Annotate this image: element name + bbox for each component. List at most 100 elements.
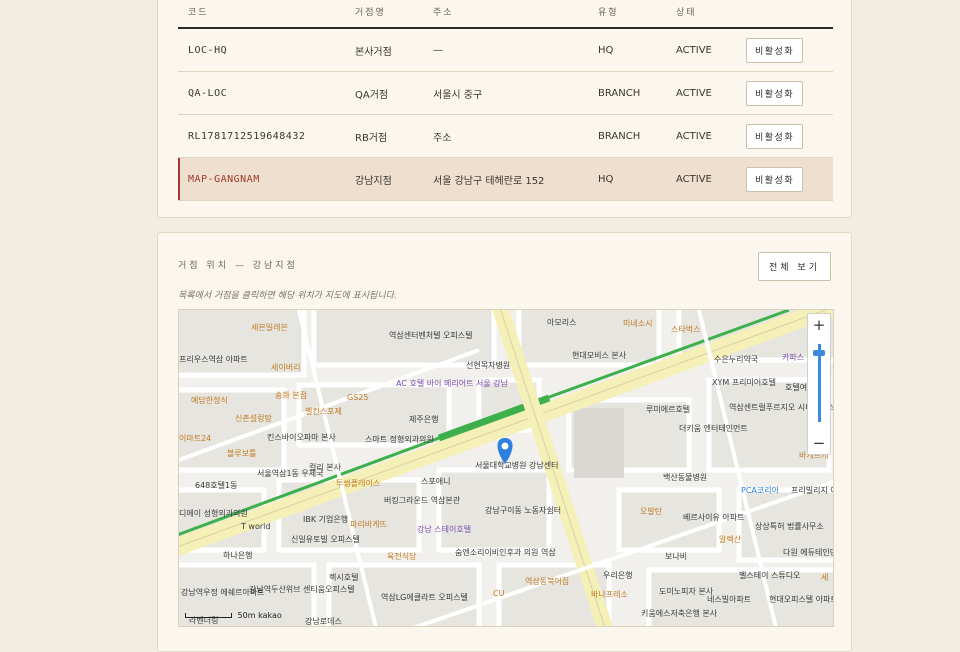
map-label: 강남 스테이호텔: [417, 524, 471, 534]
map-label: 프리우스역삼 아파트: [179, 354, 248, 364]
map-label: 카파스: [782, 353, 804, 362]
map-label: 스마트 정형외과의원: [365, 434, 434, 444]
map-label: 디에이 성형외과의원: [179, 508, 248, 518]
map-label: 다원 에듀테인먼트: [783, 547, 833, 557]
map-label: 제주은행: [409, 414, 438, 424]
column-header-status: 상태: [666, 0, 736, 29]
map-label: 블루보틀: [227, 448, 256, 458]
map-label: 컬리 본사: [309, 463, 342, 472]
cell-address: 주소: [423, 114, 588, 158]
map-label: 네스빌아파트: [707, 594, 751, 604]
table-row[interactable]: QA-LOC QA거점 서울시 중구 BRANCH ACTIVE 비활성화: [178, 71, 833, 115]
map-label: 세븐일레븐: [251, 323, 288, 332]
map-label: 아모리스: [547, 317, 576, 327]
cell-name: RB거점: [345, 114, 423, 158]
map-label: 서울대학교병원 강남센터: [475, 460, 559, 470]
scale-label: 50m: [237, 611, 256, 620]
map-label: 미네소시: [623, 319, 652, 328]
scale-bar: [185, 613, 232, 618]
map-label: 호텔여: [785, 382, 807, 392]
map-label: 강남구이동 노동자쉼터: [485, 505, 561, 515]
map-label: 현대모비스 본사: [572, 351, 627, 360]
deactivate-button[interactable]: 비활성화: [746, 123, 804, 149]
map-label: 육전식당: [387, 551, 417, 561]
map-label: 루미에르호텔: [646, 405, 690, 414]
map-canvas[interactable]: 세븐일레븐 역삼센터벤처텔 오피스텔 아모리스 미네소시 스타벅스 프리우스역삼…: [179, 310, 833, 626]
map-label: 벨스테이 스튜디오: [739, 570, 800, 580]
map-label: 예담한정식: [191, 395, 228, 405]
cell-name: 강남지점: [345, 157, 423, 201]
cell-actions: 비활성화: [736, 114, 833, 158]
column-header-code: 코드: [178, 0, 345, 29]
cell-address: 서울시 중구: [423, 71, 588, 115]
zoom-in-button[interactable]: +: [808, 314, 830, 336]
locations-table: 코드 거점명 주소 유형 상태 LOC-HQ 본사거점 — HQ ACTIVE …: [178, 0, 833, 201]
column-header-address: 주소: [423, 0, 588, 29]
map-label: 벨컨스포제: [305, 406, 342, 416]
table-header-row: 코드 거점명 주소 유형 상태: [178, 0, 833, 29]
zoom-out-button[interactable]: −: [808, 432, 830, 454]
map-label: T world: [240, 522, 270, 531]
deactivate-button[interactable]: 비활성화: [746, 80, 804, 106]
table-row-selected[interactable]: MAP-GANGNAM 강남지점 서울 강남구 테헤란로 152 HQ ACTI…: [178, 157, 833, 201]
cell-type: HQ: [588, 157, 666, 201]
cell-type: BRANCH: [588, 71, 666, 115]
map-label: 강남역두산위브 센티움오피스텔: [249, 584, 355, 594]
map-label: 우리은행: [603, 570, 632, 580]
map-label: 렉시호텔: [329, 572, 358, 582]
map-label: 하나은행: [223, 550, 252, 560]
cell-name: QA거점: [345, 71, 423, 115]
deactivate-button[interactable]: 비활성화: [746, 37, 804, 63]
map-label: 보나비: [665, 552, 687, 561]
map-label: 역삼LG에클라트 오피스텔: [381, 592, 468, 602]
column-header-actions: [736, 0, 833, 29]
cell-actions: 비활성화: [736, 71, 833, 115]
cell-code: RL1781712519648432: [178, 114, 345, 158]
deactivate-button[interactable]: 비활성화: [746, 166, 804, 192]
map-label: 도미노피자 본사: [659, 587, 714, 596]
map-label: 세이버리: [271, 362, 300, 372]
table-row[interactable]: LOC-HQ 본사거점 — HQ ACTIVE 비활성화: [178, 28, 833, 72]
map-label: 바나프레소: [591, 589, 628, 599]
map-label: CU: [493, 589, 505, 598]
map-label: 오발탄: [640, 506, 663, 516]
map-provider-logo: kakao: [258, 611, 282, 620]
cell-status: ACTIVE: [666, 71, 736, 115]
map-label: 숨엔소리이비인후과 의원 역삼: [455, 547, 556, 557]
cell-type: BRANCH: [588, 114, 666, 158]
map-label: 버킹그라운드 역삼본관: [384, 495, 461, 505]
table-row[interactable]: RL1781712519648432 RB거점 주소 BRANCH ACTIVE…: [178, 114, 833, 158]
map-label: 투썸플레이스: [336, 478, 380, 488]
locations-table-card: 코드 거점명 주소 유형 상태 LOC-HQ 본사거점 — HQ ACTIVE …: [157, 0, 852, 218]
map-scale: 50m kakao: [185, 611, 282, 620]
map-label: 베르사이유 아파트: [683, 512, 744, 522]
zoom-slider-handle[interactable]: [813, 350, 825, 356]
column-header-type: 유형: [588, 0, 666, 29]
map-label: 프리빌리지 아파트: [791, 485, 833, 495]
cell-name: 본사거점: [345, 28, 423, 72]
map-label: 송화 본점: [275, 390, 307, 400]
cell-address: 서울 강남구 테헤란로 152: [423, 157, 588, 201]
map-label: IBK 기업은행: [303, 514, 348, 524]
cell-status: ACTIVE: [666, 114, 736, 158]
map-label: 스타벅스: [671, 324, 700, 334]
map-label: 신촌설렁탕: [235, 413, 272, 423]
map-label: 현대오피스텔 아파트: [769, 594, 833, 604]
cell-address: —: [423, 28, 588, 72]
cell-status: ACTIVE: [666, 28, 736, 72]
map-label: 수은누리약국: [714, 354, 758, 364]
map-label: 선현목자병원: [466, 361, 510, 370]
map-view[interactable]: 세븐일레븐 역삼센터벤처텔 오피스텔 아모리스 미네소시 스타벅스 프리우스역삼…: [178, 309, 834, 627]
map-label: 백산동물병원: [663, 472, 707, 482]
map-label: 킨스바이오파마 본사: [267, 432, 336, 442]
view-all-button[interactable]: 전체 보기: [758, 252, 831, 281]
cell-status: ACTIVE: [666, 157, 736, 201]
map-label: 알렉산: [719, 534, 742, 544]
location-map-card: 거점 위치 — 강남지점 전체 보기 목록에서 거점을 클릭하면 해당 위치가 …: [157, 232, 852, 652]
map-label: 역삼센터벤처텔 오피스텔: [389, 330, 473, 340]
zoom-control: + −: [807, 313, 831, 455]
map-label: 더키움 엔터테인먼트: [679, 423, 748, 433]
map-label: 키움에스저축은행 본사: [641, 608, 718, 618]
map-label: PCA코리아: [741, 485, 780, 495]
map-label: 648호텔1동: [195, 481, 237, 490]
